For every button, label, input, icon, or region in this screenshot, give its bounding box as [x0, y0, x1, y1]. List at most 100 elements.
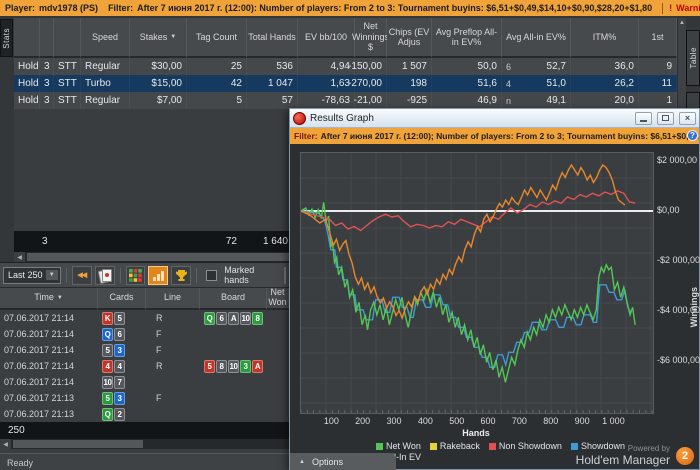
- hand-row[interactable]: 07.06.2017 21:14 5 3 F: [0, 342, 289, 358]
- cell-game: Hold: [14, 92, 40, 109]
- col-net-won[interactable]: Net Won: [267, 288, 289, 310]
- card: 8: [216, 359, 227, 373]
- maximize-icon: [662, 115, 669, 121]
- legend-label: Rakeback: [439, 441, 480, 451]
- stats-row[interactable]: Hold 3 STT Regular $30,00 25 536 4,94 -1…: [14, 58, 677, 75]
- col-blank-1[interactable]: [14, 18, 40, 58]
- col-1st[interactable]: 1st: [639, 18, 677, 58]
- stats-row-selected[interactable]: Hold 3 STT Turbo $15,00 42 1 047 1,63 -2…: [14, 75, 677, 92]
- col-blank-2[interactable]: [40, 18, 54, 58]
- hand-time: 07.06.2017 21:14: [4, 377, 75, 387]
- chevron-down-icon: ▼: [45, 270, 58, 280]
- cell-ev-bb100: 4,94: [298, 58, 355, 75]
- stats-table-header: Speed Stakes ▼ Tag Count Total Hands EV b…: [14, 18, 677, 58]
- sort-desc-icon: ▼: [56, 294, 63, 301]
- cell-net-winnings: -150,00: [348, 58, 387, 75]
- window-title-bar[interactable]: Results Graph ×: [290, 109, 699, 128]
- y-tick-label: $2 000,00: [657, 155, 698, 165]
- trophy-icon: [175, 269, 187, 281]
- hand-row[interactable]: 07.06.2017 21:14 4 4 R 5 8 10 3 A: [0, 358, 289, 374]
- cell-allin-prefix: 4: [506, 78, 512, 89]
- help-icon[interactable]: ?: [687, 130, 698, 141]
- chart-plot-area: [300, 152, 654, 414]
- col-itm[interactable]: ITM%: [571, 18, 639, 58]
- hand-range-select[interactable]: Last 250 ▼: [3, 266, 61, 284]
- rewind-icon: ◀◀: [77, 272, 87, 279]
- hands-toolbar: Last 250 ▼ ◀◀ Marked hands: [0, 263, 289, 288]
- hands-filter-input[interactable]: [284, 266, 286, 284]
- powered-by-block: Powered by Hold'em Manager 2: [576, 444, 694, 467]
- bar-chart-icon: [152, 270, 164, 281]
- card: A: [252, 359, 263, 373]
- hand-row[interactable]: 07.06.2017 21:13 Q 2: [0, 406, 289, 422]
- maximize-button[interactable]: [657, 111, 674, 125]
- cell-chips-ev: -925: [387, 92, 432, 109]
- legend-item: Net Won: [376, 441, 421, 451]
- hands-table-header: Time ▼ Cards Line Board Net Won: [0, 288, 289, 310]
- tourney-results-button[interactable]: [171, 265, 192, 285]
- col-speed[interactable]: Speed: [81, 18, 130, 58]
- replay-button[interactable]: ◀◀: [71, 265, 92, 285]
- col-ev-bb100[interactable]: EV bb/100: [298, 18, 355, 58]
- grid-view-button[interactable]: [125, 265, 146, 285]
- col-net-winnings[interactable]: Net Winnings $: [352, 18, 389, 58]
- hand-net-won: [267, 374, 289, 390]
- caret-up-icon: ▲: [299, 458, 305, 465]
- options-button[interactable]: ▲ Options: [290, 453, 396, 470]
- card: 10: [102, 375, 113, 389]
- hand-row[interactable]: 07.06.2017 21:14 Q 6 F: [0, 326, 289, 342]
- minimize-button[interactable]: [635, 111, 652, 125]
- show-cards-button[interactable]: [94, 265, 115, 285]
- board-cards: [200, 326, 267, 342]
- y-axis-title: Winnings: [689, 262, 699, 352]
- col-stakes-label: Stakes: [139, 31, 168, 42]
- marked-hands-checkbox[interactable]: [206, 269, 218, 281]
- col-time[interactable]: Time ▼: [0, 288, 98, 310]
- col-line[interactable]: Line: [146, 288, 200, 310]
- scroll-left-icon[interactable]: ◀: [0, 439, 11, 449]
- hands-horizontal-scrollbar[interactable]: ◀: [0, 439, 289, 449]
- col-chips-ev[interactable]: Chips (EV Adjus: [387, 18, 432, 58]
- col-avg-allin-ev[interactable]: Avg All-in EV%: [502, 18, 571, 58]
- tab-stats[interactable]: Stats: [0, 19, 13, 57]
- hand-row[interactable]: 07.06.2017 21:13 5 3 F: [0, 390, 289, 406]
- hand-row[interactable]: 07.06.2017 21:14 K 5 R Q 6 A 10 8: [0, 310, 289, 326]
- series-showdown: [300, 210, 632, 369]
- cell-avg-allin-ev: n 49,1: [502, 92, 571, 109]
- scroll-left-icon[interactable]: ◀: [14, 252, 25, 262]
- graph-view-button[interactable]: [148, 265, 169, 285]
- cell-type: STT: [54, 75, 81, 92]
- card: K: [102, 311, 113, 325]
- sum-tag-count: 72: [187, 231, 247, 252]
- col-stakes[interactable]: Stakes ▼: [130, 18, 187, 58]
- close-button[interactable]: ×: [679, 111, 696, 125]
- window-title: Results Graph: [310, 112, 374, 124]
- hands-panel: Last 250 ▼ ◀◀ Marked hands Time ▼ Cards L…: [0, 262, 289, 470]
- card: 7: [114, 375, 125, 389]
- hand-row[interactable]: 07.06.2017 21:14 10 7: [0, 374, 289, 390]
- tab-table[interactable]: Table: [686, 30, 700, 86]
- x-tick-label: 1 000: [602, 416, 625, 426]
- y-tick-label: -$6 000,00: [657, 355, 700, 365]
- hand-net-won: [267, 342, 289, 358]
- col-cards[interactable]: Cards: [98, 288, 146, 310]
- col-blank-3[interactable]: [54, 18, 81, 58]
- col-board[interactable]: Board: [200, 288, 267, 310]
- card: 4: [114, 359, 125, 373]
- hand-time: 07.06.2017 21:14: [4, 329, 75, 339]
- cell-tag-count: 25: [187, 58, 247, 75]
- col-avg-preflop-allin-ev[interactable]: Avg Preflop All-in EV%: [432, 18, 502, 58]
- stats-row[interactable]: Hold 3 STT Regular $7,00 5 57 -78,63 -21…: [14, 92, 677, 109]
- hand-time: 07.06.2017 21:13: [4, 393, 75, 403]
- cell-itm: 20,0: [571, 92, 639, 109]
- divider: [662, 2, 664, 14]
- scroll-up-icon[interactable]: ▲: [678, 18, 686, 28]
- hand-line: F: [156, 329, 162, 339]
- hand-net-won: [267, 406, 289, 422]
- top-filter-bar: Player: mdv1978 (PS) Filter: After 7 июн…: [0, 0, 700, 16]
- col-total-hands[interactable]: Total Hands: [247, 18, 298, 58]
- col-tag-count[interactable]: Tag Count: [187, 18, 247, 58]
- cell-type: STT: [54, 92, 81, 109]
- scrollbar-thumb[interactable]: [13, 440, 143, 448]
- hole-cards: 44: [98, 358, 146, 374]
